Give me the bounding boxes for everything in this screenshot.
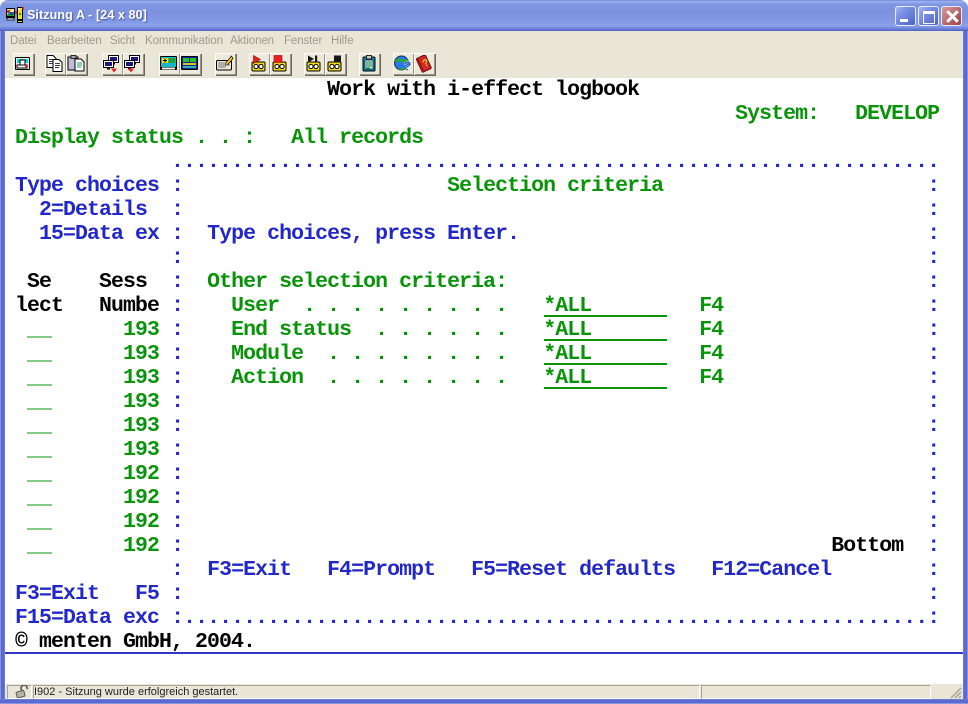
svg-text:?: ? [404, 59, 412, 74]
